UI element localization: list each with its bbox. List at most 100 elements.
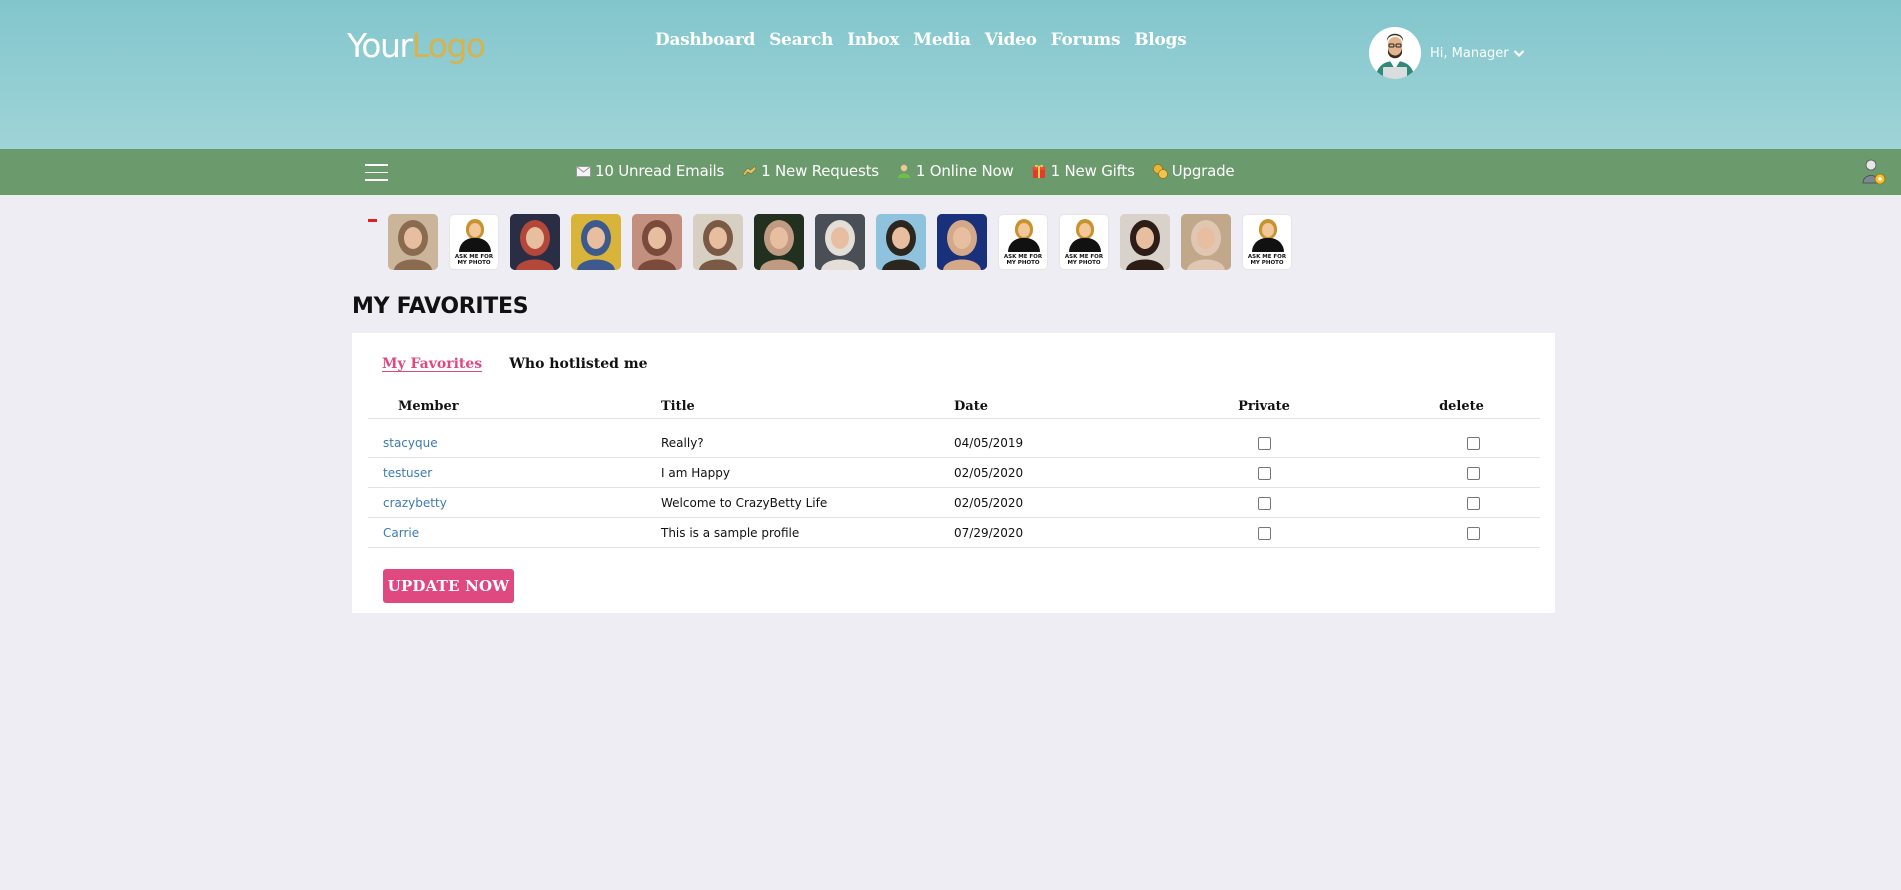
hamburger-line xyxy=(365,164,388,166)
delete-checkbox[interactable] xyxy=(1466,496,1480,510)
user-greeting[interactable]: Hi, Manager xyxy=(1430,46,1525,61)
placeholder-body xyxy=(1069,238,1101,252)
avatar-illustration xyxy=(1369,27,1421,79)
member-photo-thumbnail[interactable] xyxy=(937,214,987,270)
main-nav: Dashboard Search Inbox Media Video Forum… xyxy=(655,30,1187,50)
table-row: testuser I am Happy 02/05/2020 xyxy=(368,458,1540,488)
member-photo-thumbnail[interactable] xyxy=(510,214,560,270)
member-photo-thumbnail[interactable] xyxy=(571,214,621,270)
row-date: 04/05/2019 xyxy=(954,435,1024,450)
row-title: Welcome to CrazyBetty Life xyxy=(661,495,828,510)
site-logo[interactable]: YourLogo xyxy=(347,24,486,68)
member-link[interactable]: stacyque xyxy=(383,436,438,450)
avatar[interactable] xyxy=(1369,27,1421,79)
hamburger-menu-button[interactable] xyxy=(365,164,388,181)
new-requests-label: 1 New Requests xyxy=(761,162,879,180)
column-header-private: Private xyxy=(1238,399,1290,414)
delete-checkbox[interactable] xyxy=(1466,466,1480,480)
placeholder-body xyxy=(459,238,491,252)
collapse-thumbnails-button[interactable] xyxy=(368,219,377,222)
hamburger-line xyxy=(365,171,388,173)
table-header: Member Title Date Private delete xyxy=(368,395,1540,419)
upgrade-link[interactable]: Upgrade xyxy=(1152,160,1235,182)
ask-for-photo-thumbnail[interactable]: ASK ME FOR MY PHOTO xyxy=(449,214,499,270)
unread-emails-link[interactable]: 10 Unread Emails xyxy=(576,160,724,182)
nav-blogs[interactable]: Blogs xyxy=(1134,30,1186,50)
member-photo xyxy=(693,214,743,270)
nav-search[interactable]: Search xyxy=(769,30,833,50)
row-title: Really? xyxy=(661,435,704,450)
member-photo-thumbnail[interactable] xyxy=(815,214,865,270)
ask-for-photo-thumbnail[interactable]: ASK ME FOR MY PHOTO xyxy=(1059,214,1109,270)
column-header-title: Title xyxy=(661,399,695,414)
member-photo-thumbnail[interactable] xyxy=(1120,214,1170,270)
header: YourLogo Dashboard Search Inbox Media Vi… xyxy=(0,0,1901,149)
new-gifts-label: 1 New Gifts xyxy=(1050,162,1135,180)
delete-checkbox[interactable] xyxy=(1466,436,1480,450)
nav-forums[interactable]: Forums xyxy=(1051,30,1121,50)
member-photo xyxy=(571,214,621,270)
user-menu[interactable]: Hi, Manager xyxy=(1369,27,1525,79)
member-photo-thumbnail[interactable] xyxy=(876,214,926,270)
greeting-text: Hi, Manager xyxy=(1430,45,1509,61)
new-requests-link[interactable]: 1 New Requests xyxy=(742,160,879,182)
placeholder-face xyxy=(1018,223,1030,237)
nav-video[interactable]: Video xyxy=(985,30,1037,50)
nav-inbox[interactable]: Inbox xyxy=(847,30,899,50)
member-photo-thumbnail[interactable] xyxy=(632,214,682,270)
placeholder-face xyxy=(1079,223,1091,237)
person-online-icon xyxy=(897,164,912,179)
delete-checkbox[interactable] xyxy=(1466,526,1480,540)
placeholder-body xyxy=(1008,238,1040,252)
user-settings-icon[interactable] xyxy=(1861,159,1886,185)
update-now-button[interactable]: UPDATE NOW xyxy=(383,569,514,603)
upgrade-label: Upgrade xyxy=(1171,162,1235,180)
member-photo-thumbnail[interactable] xyxy=(754,214,804,270)
ask-photo-text: ASK ME FOR MY PHOTO xyxy=(1064,254,1104,266)
tab-my-favorites[interactable]: My Favorites xyxy=(382,354,482,374)
favorites-tabs: My Favorites Who hotlisted me xyxy=(382,354,648,374)
logo-text-your: Your xyxy=(347,26,413,65)
placeholder-face xyxy=(1262,223,1274,237)
unread-emails-label: 10 Unread Emails xyxy=(595,162,725,180)
private-checkbox[interactable] xyxy=(1257,436,1271,450)
member-photo-thumbnail[interactable] xyxy=(693,214,743,270)
row-date: 02/05/2020 xyxy=(954,465,1024,480)
member-link[interactable]: Carrie xyxy=(383,526,419,540)
nav-media[interactable]: Media xyxy=(913,30,971,50)
member-photo xyxy=(815,214,865,270)
new-gifts-link[interactable]: 1 New Gifts xyxy=(1032,160,1135,182)
row-date: 02/05/2020 xyxy=(954,495,1024,510)
member-photo-thumbnail[interactable] xyxy=(1181,214,1231,270)
member-link[interactable]: testuser xyxy=(383,466,432,480)
placeholder-body xyxy=(1252,238,1284,252)
nav-dashboard[interactable]: Dashboard xyxy=(655,30,755,50)
handshake-icon xyxy=(742,164,757,179)
member-photo xyxy=(388,214,438,270)
private-checkbox[interactable] xyxy=(1257,466,1271,480)
member-photo xyxy=(876,214,926,270)
online-now-link[interactable]: 1 Online Now xyxy=(897,160,1014,182)
coins-icon xyxy=(1152,163,1168,179)
gift-icon xyxy=(1032,164,1047,179)
member-photo xyxy=(510,214,560,270)
notification-stats: 10 Unread Emails 1 New Requests 1 Online… xyxy=(576,160,1235,182)
chevron-down-icon xyxy=(1513,49,1524,57)
online-now-label: 1 Online Now xyxy=(915,162,1014,180)
envelope-icon xyxy=(576,164,591,179)
tab-who-hotlisted-me[interactable]: Who hotlisted me xyxy=(509,354,647,374)
member-thumbnails: ASK ME FOR MY PHOTO ASK ME FOR MY PHOTO AS… xyxy=(388,214,1292,270)
member-photo-thumbnail[interactable] xyxy=(388,214,438,270)
private-checkbox[interactable] xyxy=(1257,496,1271,510)
row-title: I am Happy xyxy=(661,465,730,480)
member-photo xyxy=(754,214,804,270)
table-row: Carrie This is a sample profile 07/29/20… xyxy=(368,518,1540,548)
member-link[interactable]: crazybetty xyxy=(383,496,447,510)
favorites-panel: My Favorites Who hotlisted me Member Tit… xyxy=(352,333,1555,613)
member-photo xyxy=(1120,214,1170,270)
ask-for-photo-thumbnail[interactable]: ASK ME FOR MY PHOTO xyxy=(1242,214,1292,270)
private-checkbox[interactable] xyxy=(1257,526,1271,540)
ask-photo-text: ASK ME FOR MY PHOTO xyxy=(1003,254,1043,266)
column-header-member: Member xyxy=(398,399,459,414)
ask-for-photo-thumbnail[interactable]: ASK ME FOR MY PHOTO xyxy=(998,214,1048,270)
